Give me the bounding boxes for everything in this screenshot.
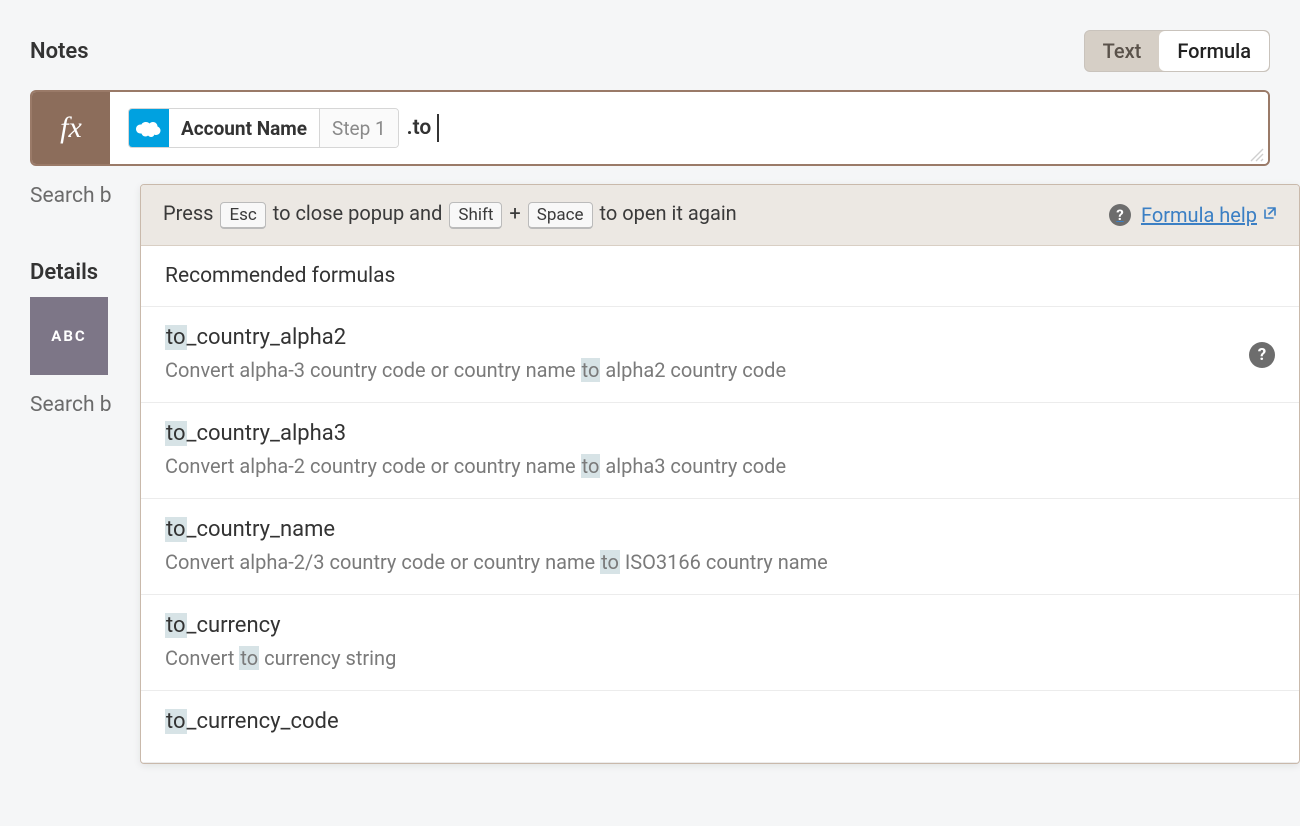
formula-name: to_currency	[165, 613, 1275, 638]
popup-header: Press Esc to close popup and Shift + Spa…	[141, 185, 1299, 246]
item-help-icon[interactable]: ?	[1249, 342, 1275, 368]
formula-description: Convert alpha-2/3 country code or countr…	[165, 550, 1275, 574]
abc-type-icon: ABC	[30, 297, 108, 375]
formula-input[interactable]: Account Name Step 1 .to	[110, 92, 1268, 164]
pill-step: Step 1	[319, 109, 398, 147]
external-link-icon	[1263, 206, 1277, 224]
formula-name: to_country_alpha3	[165, 421, 1275, 446]
kbd-shift: Shift	[449, 202, 502, 229]
formula-item[interactable]: to_country_alpha3 Convert alpha-2 country…	[141, 403, 1299, 499]
recommended-formulas-title: Recommended formulas	[141, 246, 1299, 307]
toggle-formula[interactable]: Formula	[1159, 31, 1269, 71]
fx-badge: fx	[32, 92, 110, 164]
kbd-space: Space	[528, 202, 593, 229]
formula-description: Convert to currency string	[165, 646, 1275, 670]
pill-field-name: Account Name	[169, 117, 319, 140]
text-cursor	[437, 114, 439, 142]
formula-description: Convert alpha-2 country code or country …	[165, 454, 1275, 478]
toggle-text[interactable]: Text	[1085, 31, 1160, 71]
salesforce-icon	[129, 108, 169, 148]
popup-hint: Press Esc to close popup and Shift + Spa…	[163, 201, 737, 229]
formula-item[interactable]: to_currency Convert to currency string	[141, 595, 1299, 691]
formula-name: to_currency_code	[165, 709, 1275, 734]
formula-help-link[interactable]: ? Formula help	[1109, 203, 1277, 227]
formula-autocomplete-popup: Press Esc to close popup and Shift + Spa…	[140, 184, 1300, 764]
formula-description: Convert alpha-3 country code or country …	[165, 358, 1275, 382]
formula-name: to_country_alpha2	[165, 325, 1275, 350]
data-pill[interactable]: Account Name Step 1	[128, 108, 399, 148]
formula-item[interactable]: to_currency_code	[141, 691, 1299, 763]
formula-item[interactable]: to_country_alpha2 Convert alpha-3 country…	[141, 307, 1299, 403]
typed-text: .to	[407, 116, 432, 140]
kbd-esc: Esc	[220, 202, 265, 229]
formula-bar: fx Account Name Step 1 .to	[30, 90, 1270, 166]
resize-handle-icon[interactable]	[1250, 148, 1264, 162]
mode-toggle: Text Formula	[1084, 30, 1270, 72]
formula-name: to_country_name	[165, 517, 1275, 542]
help-icon: ?	[1109, 204, 1131, 226]
notes-section-label: Notes	[30, 39, 89, 64]
formula-item[interactable]: to_country_name Convert alpha-2/3 country…	[141, 499, 1299, 595]
formula-list: to_country_alpha2 Convert alpha-3 country…	[141, 307, 1299, 763]
